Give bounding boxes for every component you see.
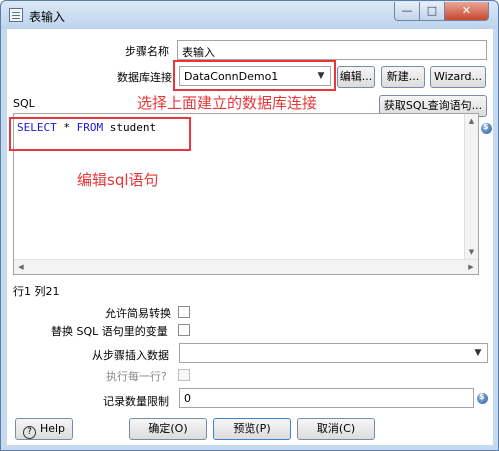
dialog-body: 步骤名称 表输入 数据库连接 DataConnDemo1 ▼ 编辑... 新建.…: [7, 29, 493, 445]
wizard-button[interactable]: Wizard...: [430, 66, 486, 88]
lazy-conversion-label: 允许简易转换: [105, 307, 171, 320]
table-input-icon: [9, 8, 23, 22]
db-connection-label: 数据库连接: [117, 71, 172, 84]
insert-from-step-label: 从步骤插入数据: [92, 349, 169, 362]
variable-dollar-icon: [481, 122, 492, 134]
limit-input[interactable]: 0: [179, 388, 474, 408]
insert-from-step-select[interactable]: ▼: [179, 343, 488, 363]
select-db-annotation: 选择上面建立的数据库连接: [137, 94, 318, 112]
minimize-button[interactable]: —: [394, 2, 420, 21]
db-connection-highlight: [173, 60, 336, 91]
sql-highlight: [9, 117, 191, 151]
question-icon: ?: [22, 426, 36, 439]
variable-dollar-icon: [477, 392, 488, 404]
cancel-button[interactable]: 取消(C): [297, 418, 375, 440]
sql-horizontal-scrollbar[interactable]: ◀ ▶: [14, 259, 478, 274]
scroll-right-icon[interactable]: ▶: [464, 260, 478, 274]
replace-variables-checkbox[interactable]: [178, 324, 190, 336]
step-name-label: 步骤名称: [125, 45, 169, 58]
sql-label: SQL: [13, 97, 35, 110]
close-button[interactable]: ✕: [444, 2, 489, 21]
sql-vertical-scrollbar[interactable]: ▲ ▼: [464, 114, 478, 259]
edit-connection-button[interactable]: 编辑...: [337, 66, 375, 88]
window-title: 表输入: [29, 10, 66, 24]
step-name-input[interactable]: 表输入: [177, 40, 487, 60]
execute-each-row-checkbox[interactable]: [178, 369, 190, 381]
scroll-up-icon[interactable]: ▲: [465, 114, 478, 128]
maximize-button[interactable]: □: [419, 2, 445, 21]
edit-sql-annotation: 编辑sql语句: [77, 171, 159, 189]
help-button-label: Help: [39, 422, 66, 435]
help-button[interactable]: ? Help: [15, 418, 73, 440]
limit-label: 记录数量限制: [103, 395, 169, 408]
lazy-conversion-checkbox[interactable]: [178, 306, 190, 318]
scroll-left-icon[interactable]: ◀: [14, 260, 28, 274]
title-bar[interactable]: 表输入 — □ ✕: [1, 1, 498, 29]
replace-variables-label: 替换 SQL 语句里的变量: [51, 325, 168, 338]
dialog-window: 表输入 — □ ✕ 步骤名称 表输入 数据库连接 DataConnDemo1 ▼…: [0, 0, 499, 451]
preview-button[interactable]: 预览(P): [213, 418, 291, 440]
cursor-position: 行1 列21: [13, 285, 60, 298]
chevron-down-icon[interactable]: ▼: [470, 345, 486, 361]
scroll-down-icon[interactable]: ▼: [465, 245, 478, 259]
new-connection-button[interactable]: 新建...: [381, 66, 425, 88]
ok-button[interactable]: 确定(O): [129, 418, 207, 440]
execute-each-row-label: 执行每一行?: [106, 370, 167, 383]
